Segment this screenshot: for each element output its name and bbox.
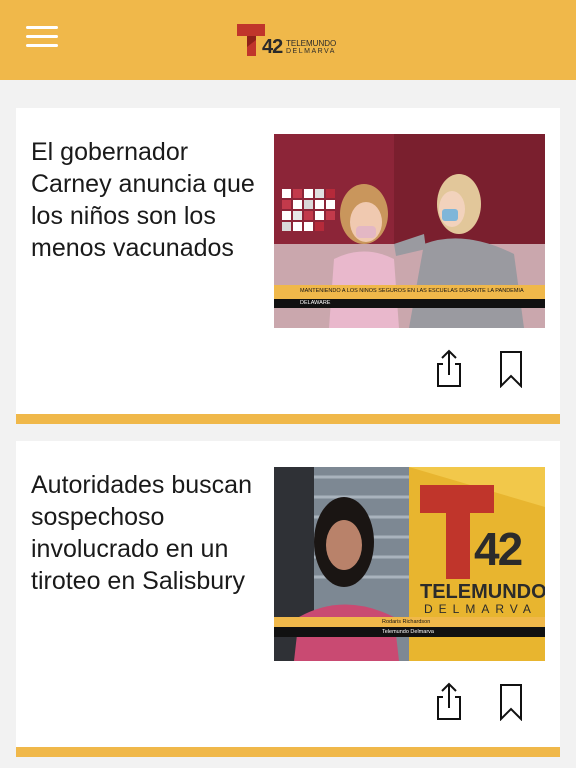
bookmark-button[interactable] — [496, 681, 526, 722]
card-accent-bar — [16, 747, 560, 757]
vaccination-photo — [274, 134, 545, 328]
thumbnail-logo-name: TELEMUNDO — [420, 581, 545, 603]
share-icon — [437, 682, 461, 720]
bookmark-icon — [500, 351, 522, 389]
bookmark-button[interactable] — [496, 348, 526, 389]
thumbnail-logo-number: 42 — [474, 523, 523, 575]
share-button[interactable] — [434, 348, 464, 388]
hamburger-menu-icon[interactable] — [26, 24, 58, 48]
telemundo-logo[interactable]: 42 TELEMUNDO DELMARVA — [236, 20, 346, 60]
card-accent-bar — [16, 414, 560, 424]
lower-third-caption: MANTENIENDO A LOS NIÑOS SEGUROS EN LAS E… — [300, 288, 524, 294]
article-headline[interactable]: El gobernador Carney anuncia que los niñ… — [31, 136, 261, 266]
thumbnail-logo-subname: DELMARVA — [424, 602, 537, 616]
lower-third-network: Telemundo Delmarva — [382, 629, 434, 635]
article-thumbnail[interactable]: MANTENIENDO A LOS NIÑOS SEGUROS EN LAS E… — [274, 134, 545, 328]
logo-name: TELEMUNDO — [286, 39, 337, 48]
top-bar: 42 TELEMUNDO DELMARVA — [0, 0, 576, 80]
share-button[interactable] — [434, 681, 464, 721]
article-card[interactable]: Autoridades buscan sospechoso involucrad… — [16, 441, 560, 757]
share-icon — [437, 349, 461, 387]
bookmark-icon — [500, 684, 522, 722]
article-thumbnail[interactable]: 42 TELEMUNDO DELMARVA Rodaris Richardson… — [274, 467, 545, 661]
article-card[interactable]: El gobernador Carney anuncia que los niñ… — [16, 108, 560, 424]
logo-subname: DELMARVA — [286, 48, 336, 55]
lower-third-location: DELAWARE — [300, 300, 331, 306]
lower-third-anchor-name: Rodaris Richardson — [382, 619, 431, 625]
logo-number: 42 — [262, 36, 283, 58]
article-headline[interactable]: Autoridades buscan sospechoso involucrad… — [31, 469, 261, 599]
